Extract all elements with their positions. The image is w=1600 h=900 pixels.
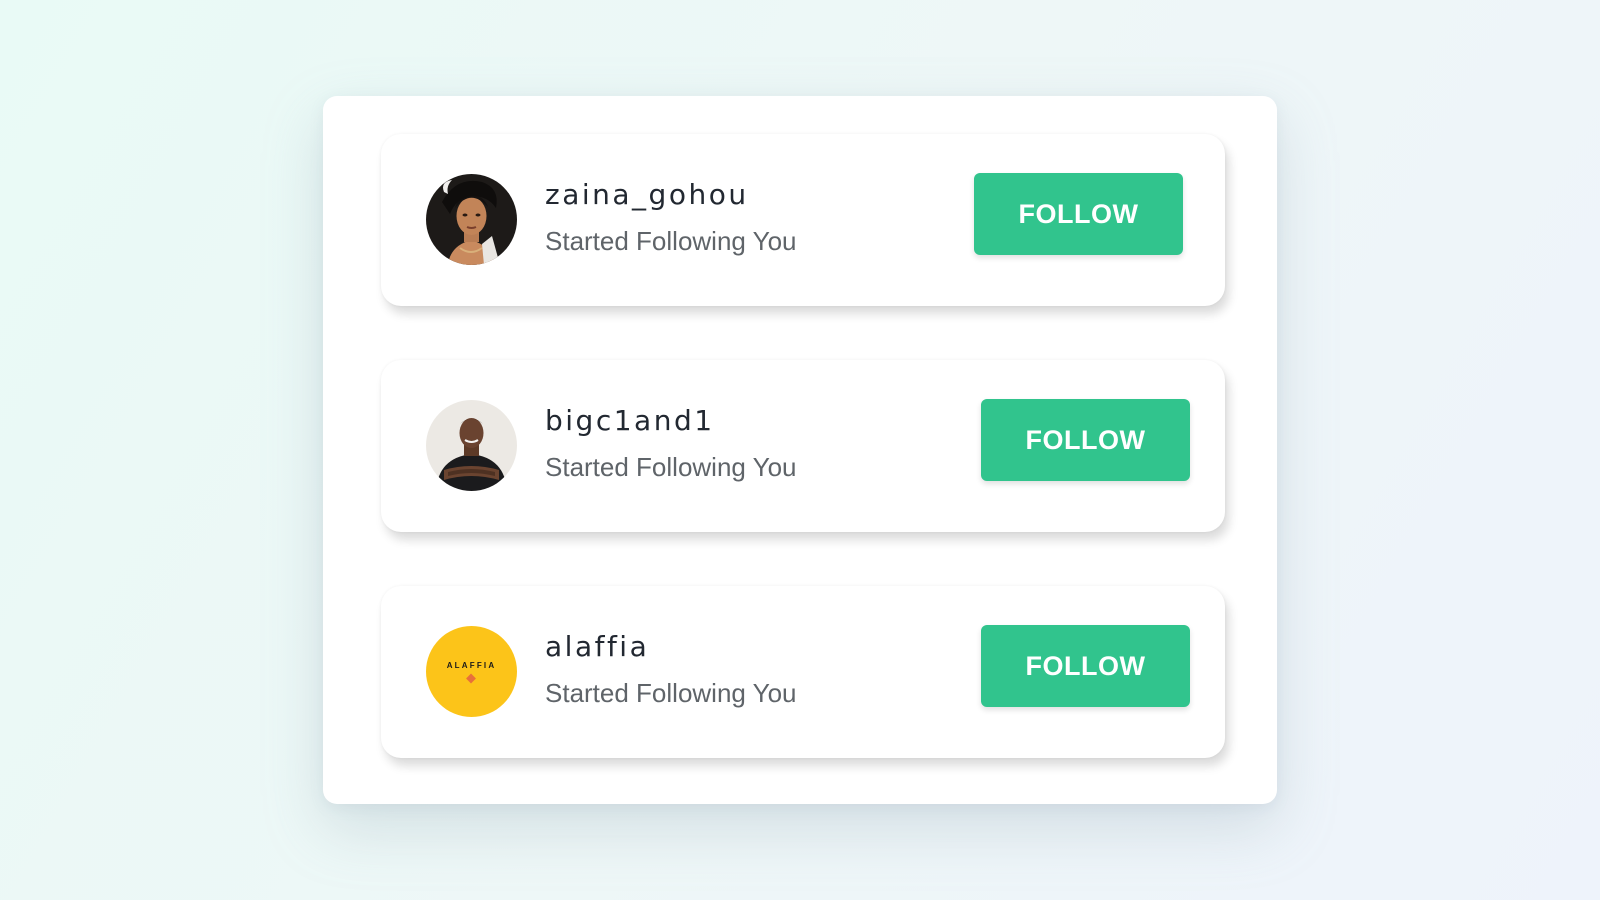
user-photo-icon <box>426 400 517 491</box>
avatar-bigc1and1[interactable] <box>426 400 517 491</box>
username[interactable]: bigc1and1 <box>545 404 715 437</box>
follow-button[interactable]: FOLLOW <box>981 399 1190 481</box>
notification-text: Started Following You <box>545 452 797 482</box>
notification-text: Started Following You <box>545 226 797 256</box>
follow-button[interactable]: FOLLOW <box>981 625 1190 707</box>
svg-text:ALAFFIA: ALAFFIA <box>447 661 497 670</box>
username[interactable]: alaffia <box>545 630 649 663</box>
follow-button[interactable]: FOLLOW <box>974 173 1183 255</box>
notification-card: ALAFFIA alaffia Started Following You FO… <box>381 586 1225 758</box>
username[interactable]: zaina_gohou <box>545 178 749 211</box>
brand-logo-icon: ALAFFIA <box>426 626 517 717</box>
user-photo-icon <box>426 174 517 265</box>
notification-card: zaina_gohou Started Following You FOLLOW <box>381 134 1225 306</box>
notification-text: Started Following You <box>545 678 797 708</box>
notification-card: bigc1and1 Started Following You FOLLOW <box>381 360 1225 532</box>
avatar-alaffia[interactable]: ALAFFIA <box>426 626 517 717</box>
followers-panel: zaina_gohou Started Following You FOLLOW… <box>323 96 1277 804</box>
avatar-zaina-gohou[interactable] <box>426 174 517 265</box>
